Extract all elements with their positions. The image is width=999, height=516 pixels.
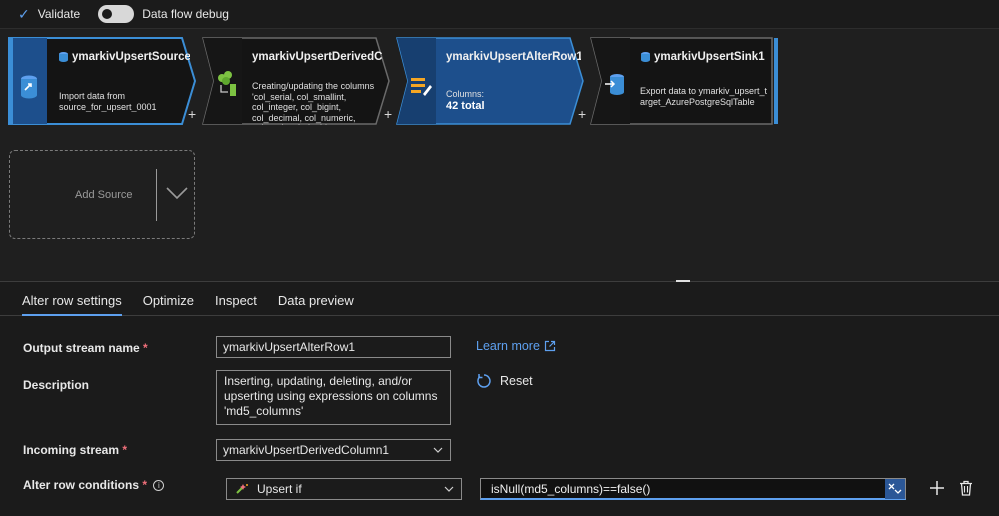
add-transform-plus-2[interactable]: + xyxy=(384,106,392,122)
condition-expression-value: isNull(md5_columns)==false() xyxy=(491,481,651,496)
sink-icon xyxy=(605,74,624,95)
source-node-description: Import data from source_for_upsert_0001 xyxy=(59,91,157,112)
tab-optimize[interactable]: Optimize xyxy=(143,282,194,315)
required-marker: * xyxy=(143,341,148,355)
reset-button[interactable]: Reset xyxy=(476,373,533,389)
alter-row-conditions-label: Alter row conditions * i xyxy=(23,478,165,492)
output-stream-name-label: Output stream name * xyxy=(23,341,148,355)
upsert-icon xyxy=(236,484,248,494)
tab-alter-row-settings[interactable]: Alter row settings xyxy=(22,282,122,316)
output-stream-name-text: Output stream name xyxy=(23,341,140,355)
reset-icon xyxy=(477,374,491,388)
settings-tabs: Alter row settings Optimize Inspect Data… xyxy=(0,282,999,316)
chevron-down-icon[interactable] xyxy=(165,185,189,201)
alter-row-columns-value: 42 total xyxy=(446,101,485,112)
incoming-stream-value: ymarkivUpsertDerivedColumn1 xyxy=(223,443,390,457)
derived-column-node[interactable]: ymarkivUpsertDerivedC... Creating/updati… xyxy=(202,36,392,126)
alter-row-node[interactable]: ymarkivUpsertAlterRow1 Columns: 42 total xyxy=(396,36,586,126)
incoming-stream-label: Incoming stream * xyxy=(23,443,127,457)
add-source-label: Add Source xyxy=(75,189,133,201)
external-link-icon xyxy=(544,340,556,352)
validate-button[interactable]: ✓ Validate xyxy=(18,6,80,23)
chevron-down-icon xyxy=(444,486,454,492)
derived-column-node-title: ymarkivUpsertDerivedC... xyxy=(252,51,382,63)
toolbar: ✓ Validate Data flow debug xyxy=(0,0,999,28)
tab-inspect[interactable]: Inspect xyxy=(215,282,257,315)
expression-builder-button[interactable] xyxy=(885,479,905,499)
derived-column-node-description: Creating/updating the columns 'col_seria… xyxy=(252,81,375,125)
checkmark-icon: ✓ xyxy=(18,5,30,22)
close-dropdown-icon xyxy=(888,483,902,494)
add-transform-plus-1[interactable]: + xyxy=(188,106,196,122)
required-marker: * xyxy=(122,443,128,457)
condition-expression-input[interactable]: isNull(md5_columns)==false() xyxy=(480,478,906,500)
sink-node[interactable]: ymarkivUpsertSink1 Export data to ymarki… xyxy=(590,36,780,126)
source-node[interactable]: ymarkivUpsertSource1 Import data from so… xyxy=(8,36,198,126)
derived-column-icon xyxy=(218,71,236,96)
chevron-down-icon xyxy=(433,447,443,453)
add-condition-icon[interactable] xyxy=(929,480,945,496)
sink-node-title: ymarkivUpsertSink1 xyxy=(654,51,765,63)
alter-row-node-title: ymarkivUpsertAlterRow1 xyxy=(446,51,581,63)
alter-row-icon xyxy=(411,78,432,96)
description-textarea[interactable]: Inserting, updating, deleting, and/or up… xyxy=(216,370,451,425)
output-stream-name-input[interactable]: ymarkivUpsertAlterRow1 xyxy=(216,336,451,358)
delete-icon[interactable] xyxy=(958,480,974,496)
toggle-knob xyxy=(102,9,113,19)
incoming-stream-select[interactable]: ymarkivUpsertDerivedColumn1 xyxy=(216,439,451,461)
add-source-button[interactable]: Add Source xyxy=(9,150,195,239)
tab-data-preview[interactable]: Data preview xyxy=(278,282,354,315)
dataset-icon xyxy=(641,52,650,62)
data-flow-canvas[interactable]: ymarkivUpsertSource1 Import data from so… xyxy=(0,28,999,281)
info-icon[interactable]: i xyxy=(153,480,165,491)
incoming-stream-text: Incoming stream xyxy=(23,443,120,457)
reset-text: Reset xyxy=(500,374,533,388)
alter-row-settings-form: Output stream name * ymarkivUpsertAlterR… xyxy=(0,317,999,516)
data-flow-debug-label: Data flow debug xyxy=(142,7,229,21)
alter-row-columns-label: Columns: xyxy=(446,89,485,99)
alter-row-conditions-text: Alter row conditions xyxy=(23,478,140,492)
description-label: Description xyxy=(23,378,90,392)
required-marker: * xyxy=(142,478,148,492)
learn-more-link[interactable]: Learn more xyxy=(476,339,556,353)
sink-node-description: Export data to ymarkiv_upsert_target_Azu… xyxy=(640,86,768,107)
condition-type-value: Upsert if xyxy=(257,482,302,496)
data-flow-debug-toggle[interactable] xyxy=(98,5,135,23)
add-source-separator xyxy=(156,169,157,221)
learn-more-text: Learn more xyxy=(476,339,540,353)
dataset-icon xyxy=(59,52,68,62)
source-node-title: ymarkivUpsertSource1 xyxy=(72,51,190,63)
validate-label: Validate xyxy=(37,7,81,21)
add-transform-plus-3[interactable]: + xyxy=(578,106,586,122)
source-icon xyxy=(21,75,37,99)
condition-type-select[interactable]: Upsert if xyxy=(226,478,462,500)
